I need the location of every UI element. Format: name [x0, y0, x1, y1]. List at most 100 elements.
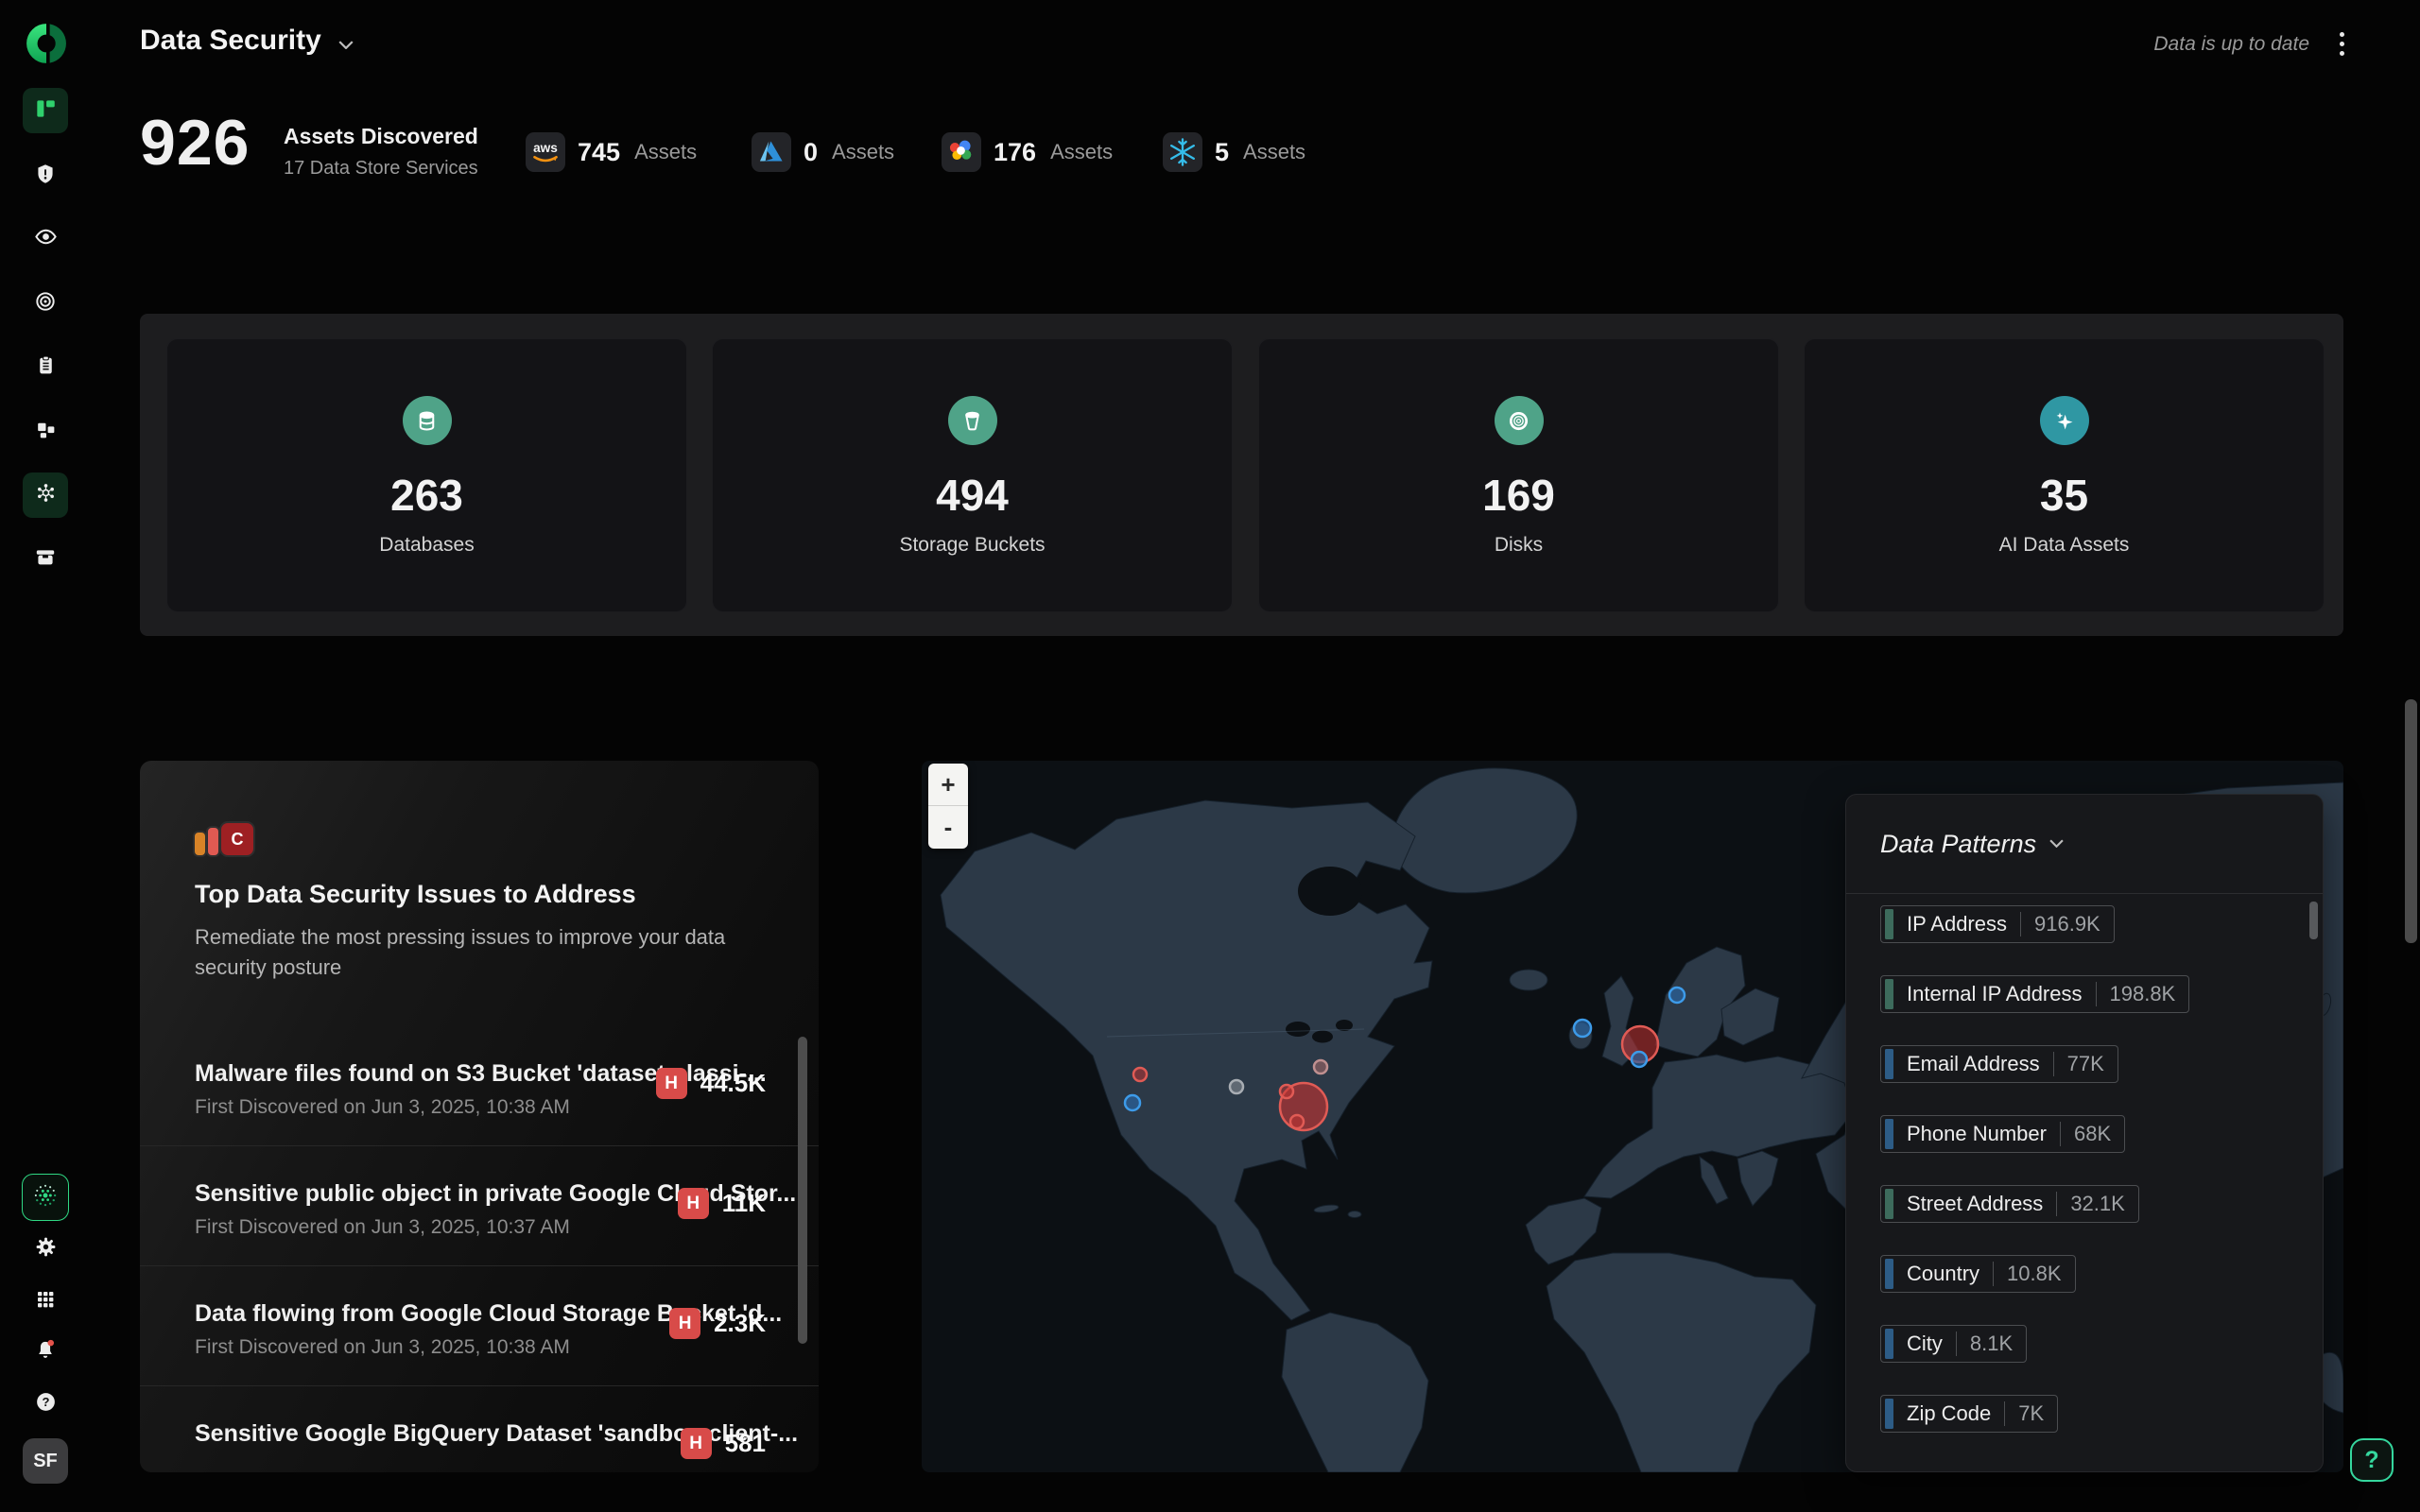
issue-title[interactable]: Sensitive Google BigQuery Dataset 'sandb… [195, 1420, 677, 1448]
sidebar-item-apps[interactable] [23, 1279, 68, 1324]
window-icon [33, 545, 58, 575]
issue-title[interactable]: Malware files found on S3 Bucket 'datase… [195, 1060, 677, 1088]
zoom-in-button[interactable]: + [928, 764, 968, 806]
issue-row[interactable]: Sensitive Google BigQuery Dataset 'sandb… [140, 1386, 819, 1472]
chip-color-bar [1885, 1399, 1893, 1429]
chip-color-bar [1885, 909, 1893, 939]
map-bubble[interactable] [1669, 988, 1685, 1003]
chip-count: 77K [2054, 1052, 2118, 1076]
sidebar-item-issues[interactable] [23, 153, 68, 198]
chip-label: Phone Number [1893, 1122, 2060, 1146]
card-databases[interactable]: 263 Databases [166, 338, 687, 612]
chip-label: City [1893, 1332, 1956, 1356]
data-pattern-chip[interactable]: City 8.1K [1880, 1325, 2027, 1363]
map-scandinavia [1655, 947, 1745, 1057]
map-bubble[interactable] [1574, 1020, 1591, 1037]
provider-suffix: Assets [634, 140, 697, 164]
chip-label: IP Address [1893, 912, 2020, 936]
chip-label: Country [1893, 1262, 1993, 1286]
card-storage-buckets[interactable]: 494 Storage Buckets [712, 338, 1233, 612]
provider-count: 5 [1215, 138, 1229, 167]
sidebar-item-dashboard[interactable] [23, 88, 68, 133]
data-pattern-chip[interactable]: Phone Number 68K [1880, 1115, 2125, 1153]
data-patterns-title: Data Patterns [1880, 830, 2036, 859]
map-bubble[interactable] [1125, 1095, 1140, 1110]
brand-logo[interactable] [25, 22, 68, 65]
issues-scrollbar[interactable] [798, 1037, 807, 1344]
map-bubble[interactable] [1280, 1085, 1293, 1098]
sidebar-item-help[interactable]: ? [23, 1382, 68, 1427]
map-bubble[interactable] [1632, 1052, 1647, 1067]
sidebar-item-settings[interactable] [23, 1227, 68, 1272]
sidebar-item-policies[interactable] [23, 345, 68, 390]
issues-panel-subtitle: Remediate the most pressing issues to im… [195, 922, 762, 983]
data-patterns-header[interactable]: Data Patterns [1846, 795, 2323, 894]
sidebar-item-visibility[interactable] [23, 216, 68, 262]
card-value: 494 [936, 470, 1009, 521]
help-circle-icon: ? [34, 1390, 58, 1418]
map-south-america [1282, 1313, 1428, 1472]
database-icon [403, 396, 452, 445]
dashboard-icon [33, 96, 58, 126]
patterns-scrollbar[interactable] [2309, 902, 2318, 939]
user-avatar[interactable]: SF [23, 1438, 68, 1484]
issue-count: 2.3K [714, 1309, 766, 1338]
sidebar-item-notifications[interactable] [23, 1329, 68, 1374]
page-scrollbar[interactable] [2405, 699, 2417, 943]
issue-discovered: First Discovered on Jun 3, 2025, 10:38 A… [195, 1096, 677, 1119]
provider-count: 176 [994, 138, 1036, 167]
data-pattern-chip[interactable]: Street Address 32.1K [1880, 1185, 2139, 1223]
ai-spiral-icon [30, 1180, 60, 1215]
sidebar-item-ai-assistant[interactable] [22, 1174, 69, 1221]
chip-color-bar [1885, 1049, 1893, 1079]
data-pattern-chip[interactable]: Email Address 77K [1880, 1045, 2118, 1083]
sidebar-item-target[interactable] [23, 281, 68, 326]
zoom-out-button[interactable]: - [928, 806, 968, 849]
chip-color-bar [1885, 1329, 1893, 1359]
card-ai-data-assets[interactable]: 35 AI Data Assets [1804, 338, 2325, 612]
azure-icon [752, 132, 791, 172]
eye-icon [33, 224, 59, 254]
map-bubble[interactable] [1290, 1115, 1304, 1128]
issue-row[interactable]: Malware files found on S3 Bucket 'datase… [140, 1026, 819, 1146]
chevron-down-icon [338, 25, 354, 57]
card-disks[interactable]: 169 Disks [1258, 338, 1779, 612]
sidebar-item-archive[interactable] [23, 537, 68, 582]
provider-stat-gcp: 176 Assets [942, 131, 1113, 173]
map-africa [1547, 1253, 1816, 1472]
data-pattern-chip[interactable]: Zip Code 7K [1880, 1395, 2058, 1433]
issues-list: Malware files found on S3 Bucket 'datase… [140, 1026, 819, 1472]
provider-suffix: Assets [1243, 140, 1305, 164]
issue-title[interactable]: Sensitive public object in private Googl… [195, 1180, 677, 1208]
data-pattern-chip[interactable]: Country 10.8K [1880, 1255, 2076, 1293]
map-bubble[interactable] [1230, 1080, 1243, 1093]
provider-suffix: Assets [1050, 140, 1113, 164]
chip-color-bar [1885, 1189, 1893, 1219]
issue-row[interactable]: Sensitive public object in private Googl… [140, 1146, 819, 1266]
card-label: Disks [1495, 534, 1543, 557]
map-iberia [1526, 1198, 1601, 1264]
map-iceland [1510, 970, 1547, 990]
map-bubble[interactable] [1133, 1068, 1147, 1081]
map-bubble[interactable] [1314, 1060, 1327, 1074]
card-label: AI Data Assets [1999, 534, 2130, 557]
svg-text:aws: aws [533, 141, 558, 155]
issue-row[interactable]: Data flowing from Google Cloud Storage B… [140, 1266, 819, 1386]
issue-title[interactable]: Data flowing from Google Cloud Storage B… [195, 1300, 677, 1328]
data-pattern-chip[interactable]: IP Address 916.9K [1880, 905, 2115, 943]
kebab-menu-icon[interactable] [2334, 28, 2350, 60]
card-label: Storage Buckets [899, 534, 1045, 557]
help-fab-button[interactable]: ? [2350, 1438, 2394, 1482]
sidebar-item-inventory[interactable] [23, 409, 68, 455]
data-pattern-chip[interactable]: Internal IP Address 198.8K [1880, 975, 2189, 1013]
disk-icon [1495, 396, 1544, 445]
data-pattern-chip-list: IP Address 916.9K Internal IP Address 19… [1846, 894, 2323, 1433]
page-title-dropdown[interactable]: Data Security [140, 25, 354, 57]
chip-count: 916.9K [2021, 912, 2114, 936]
sidebar-item-data-security[interactable] [23, 472, 68, 518]
clipboard-list-icon [34, 353, 58, 382]
assets-total-labels: Assets Discovered 17 Data Store Services [284, 124, 478, 180]
provider-suffix: Assets [832, 140, 894, 164]
chip-label: Zip Code [1893, 1401, 2004, 1426]
app-root: ? SF Data Security Data is up to date 92… [0, 0, 2420, 1512]
